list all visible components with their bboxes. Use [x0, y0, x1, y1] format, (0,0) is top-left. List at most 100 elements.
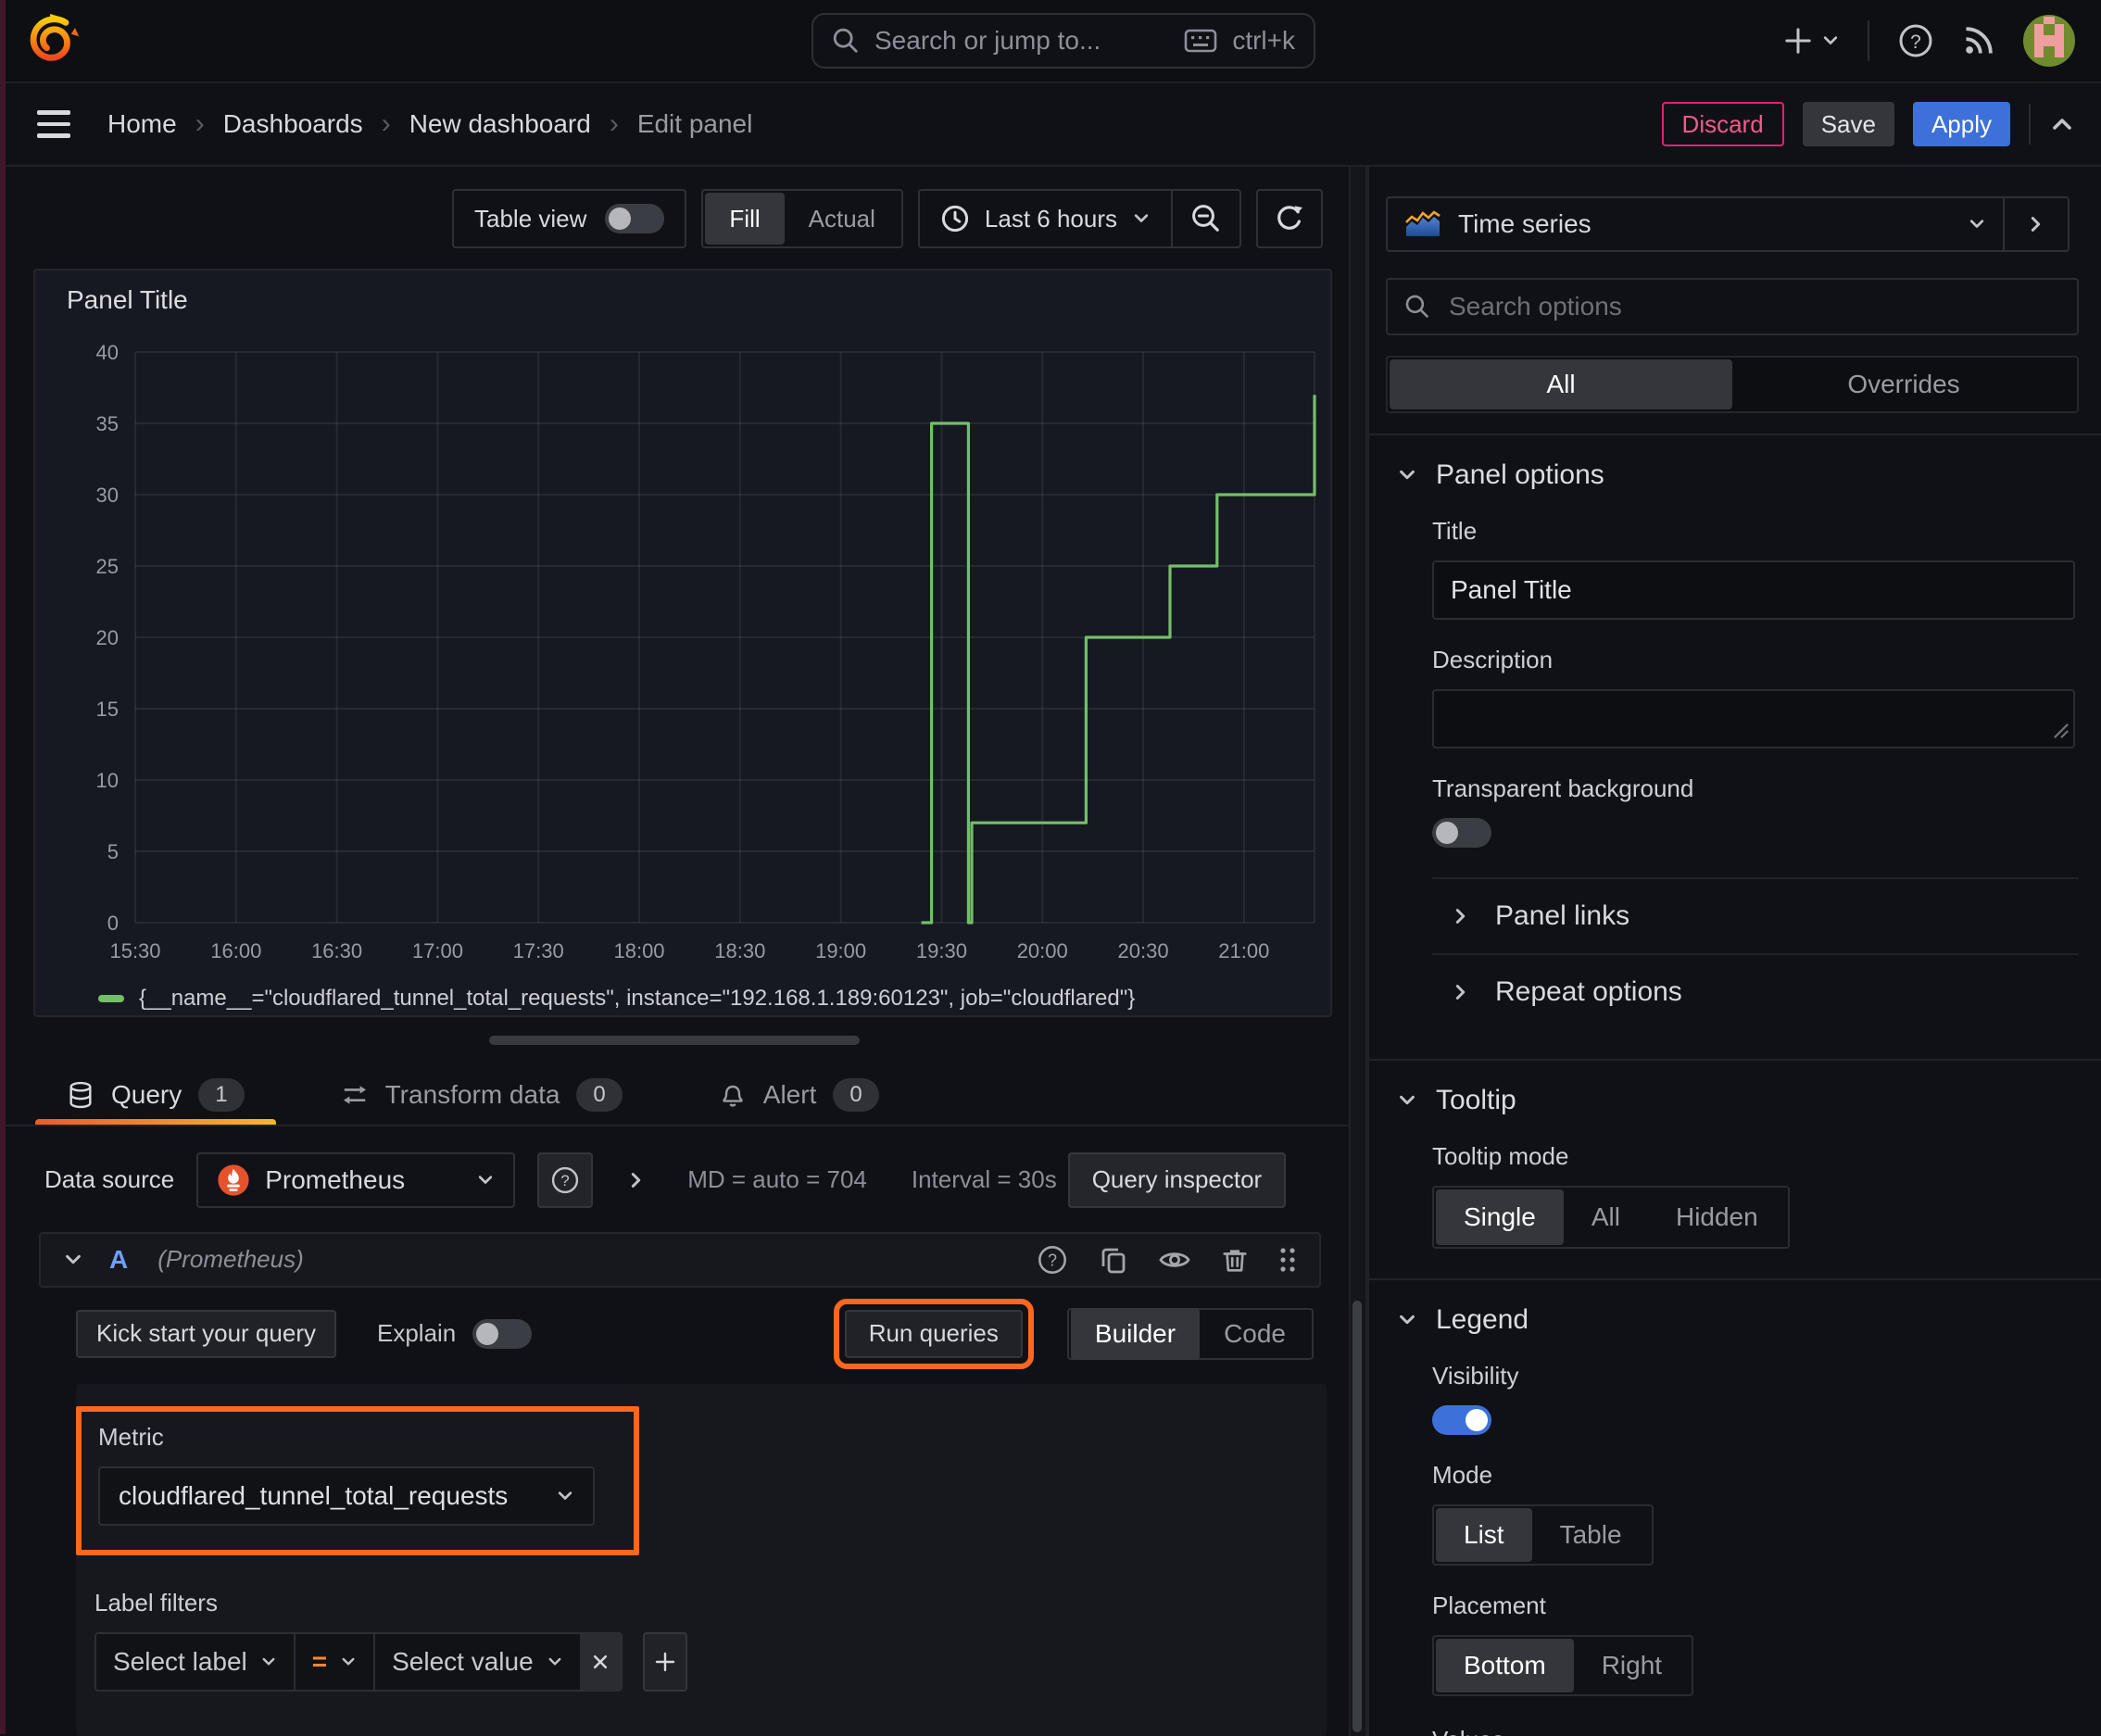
expand-stats-icon[interactable] [626, 1170, 647, 1190]
breadcrumb-home[interactable]: Home [107, 109, 177, 139]
chevron-down-icon [479, 1175, 493, 1184]
metric-label: Metric [98, 1423, 164, 1451]
datasource-picker[interactable]: Prometheus [196, 1151, 516, 1208]
explain-toggle-group: Explain [377, 1318, 533, 1349]
select-label-dropdown[interactable]: Select label [96, 1634, 294, 1690]
panel-toolbar: Table view Fill Actual Last 6 hours [0, 189, 1323, 248]
resize-grip-icon[interactable] [2053, 723, 2070, 739]
builder-option[interactable]: Builder [1070, 1307, 1201, 1360]
transparent-background-switch[interactable] [1432, 818, 1491, 848]
tooltip-mode-single[interactable]: Single [1436, 1189, 1564, 1245]
legend-header[interactable]: Legend [1386, 1280, 2079, 1336]
panel-options-header[interactable]: Panel options [1386, 435, 2079, 491]
panel-title[interactable]: Panel Title [35, 285, 1330, 315]
scrollbar-thumb[interactable] [1352, 1301, 1362, 1732]
legend-mode-table[interactable]: Table [1532, 1508, 1650, 1562]
remove-filter-button[interactable] [579, 1634, 621, 1690]
hide-query-icon[interactable] [1158, 1247, 1191, 1273]
table-view-toggle-group[interactable]: Table view [452, 189, 687, 248]
options-tab-all[interactable]: All [1390, 359, 1732, 409]
explain-switch[interactable] [472, 1318, 533, 1349]
zoom-out-button[interactable] [1171, 191, 1239, 246]
fill-option[interactable]: Fill [705, 193, 785, 245]
operator-text: = [311, 1647, 328, 1676]
query-inspector-button[interactable]: Query inspector [1067, 1151, 1287, 1208]
tab-transform-data[interactable]: Transform data 0 [309, 1065, 654, 1125]
viz-picker-row: Time series [1386, 196, 2070, 252]
panel-description-textarea[interactable] [1432, 689, 2075, 748]
save-button[interactable]: Save [1802, 102, 1894, 146]
repeat-options-label: Repeat options [1495, 976, 1682, 1007]
kick-start-button[interactable]: Kick start your query [76, 1309, 336, 1358]
repeat-options-section[interactable]: Repeat options [1386, 955, 2079, 1029]
collapse-header-icon[interactable] [2049, 111, 2075, 137]
timeseries-chart[interactable]: 0 5 10 15 20 25 30 35 40 15:30 16:00 16:30 17:00 17:3… [46, 330, 1328, 978]
global-search-input[interactable]: Search or jump to... ctrl+k [811, 13, 1315, 69]
time-range-picker[interactable]: Last 6 hours [920, 191, 1171, 246]
tooltip-mode-hidden[interactable]: Hidden [1648, 1189, 1786, 1245]
search-options-input[interactable] [1445, 290, 2060, 323]
panel-links-section[interactable]: Panel links [1386, 879, 2079, 953]
table-view-switch[interactable] [605, 204, 665, 233]
viz-suggestions-button[interactable] [2003, 198, 2068, 250]
viz-type-label: Time series [1458, 209, 1591, 238]
window-edge [0, 0, 6, 1734]
transform-count-badge: 0 [576, 1077, 623, 1112]
tab-query[interactable]: Query 1 [35, 1065, 276, 1125]
discard-button[interactable]: Discard [1661, 102, 1784, 146]
datasource-help-button[interactable]: ? [537, 1151, 594, 1208]
datasource-label: Data source [44, 1165, 175, 1194]
svg-text:21:00: 21:00 [1218, 939, 1269, 962]
main-scrollbar[interactable] [1349, 167, 1367, 1736]
query-count-badge: 1 [198, 1077, 245, 1112]
avatar[interactable] [2023, 15, 2075, 67]
menu-toggle-icon[interactable] [37, 109, 70, 139]
tooltip-mode-segment: Single All Hidden [1432, 1186, 1790, 1249]
add-menu-button[interactable] [1784, 27, 1840, 55]
options-tab-overrides[interactable]: Overrides [1732, 359, 2075, 409]
edit-panel-main: Table view Fill Actual Last 6 hours Pane… [0, 167, 1349, 1736]
chart-legend[interactable]: {__name__="cloudflared_tunnel_total_requ… [98, 986, 1330, 1012]
apply-button[interactable]: Apply [1912, 102, 2010, 146]
query-datasource-hint: (Prometheus) [157, 1245, 304, 1274]
legend-placement-right[interactable]: Right [1574, 1639, 1690, 1692]
legend-visibility-switch[interactable] [1432, 1405, 1491, 1435]
collapse-query-icon[interactable] [63, 1250, 83, 1270]
operator-dropdown[interactable]: = [293, 1634, 373, 1690]
viz-type-select[interactable]: Time series [1388, 198, 2003, 250]
breadcrumb-dashboards[interactable]: Dashboards [223, 109, 363, 139]
delete-query-icon[interactable] [1221, 1245, 1249, 1275]
editor-tabs: Query 1 Transform data 0 Alert 0 [0, 1065, 1349, 1126]
tooltip-header[interactable]: Tooltip [1386, 1061, 2079, 1116]
chevron-right-icon [1455, 909, 1466, 924]
code-option[interactable]: Code [1200, 1308, 1310, 1360]
svg-text:18:00: 18:00 [613, 939, 664, 962]
grafana-logo[interactable] [26, 13, 82, 69]
add-filter-button[interactable] [642, 1632, 687, 1692]
chevron-right-icon: › [381, 108, 391, 139]
select-value-dropdown[interactable]: Select value [373, 1634, 580, 1690]
refresh-button[interactable] [1256, 189, 1323, 248]
search-options-box[interactable] [1386, 278, 2079, 335]
query-help-icon[interactable]: ? [1036, 1243, 1069, 1277]
drag-query-handle[interactable] [1278, 1245, 1297, 1275]
metric-select[interactable]: cloudflared_tunnel_total_requests [98, 1466, 595, 1526]
tab-alert[interactable]: Alert 0 [687, 1065, 911, 1125]
help-icon[interactable]: ? [1897, 22, 1934, 59]
panel-title-input[interactable] [1432, 560, 2075, 620]
query-row-header[interactable]: A (Prometheus) ? [39, 1231, 1321, 1288]
all-overrides-segment: All Overrides [1386, 356, 2079, 413]
run-queries-button[interactable]: Run queries [844, 1309, 1023, 1358]
label-filters-label: Label filters [94, 1589, 218, 1616]
duplicate-query-icon[interactable] [1099, 1245, 1128, 1275]
tooltip-mode-all[interactable]: All [1564, 1189, 1648, 1245]
legend-mode-list[interactable]: List [1436, 1508, 1532, 1562]
stats-interval: Interval = 30s [911, 1165, 1057, 1194]
breadcrumb-new-dashboard[interactable]: New dashboard [409, 109, 591, 139]
pane-resize-handle[interactable] [489, 1036, 860, 1045]
svg-text:20: 20 [96, 626, 119, 649]
legend-placement-bottom[interactable]: Bottom [1436, 1639, 1574, 1692]
news-rss-icon[interactable] [1962, 24, 1995, 57]
actual-option[interactable]: Actual [785, 193, 900, 245]
legend-series-name[interactable]: {__name__="cloudflared_tunnel_total_requ… [139, 986, 1135, 1012]
